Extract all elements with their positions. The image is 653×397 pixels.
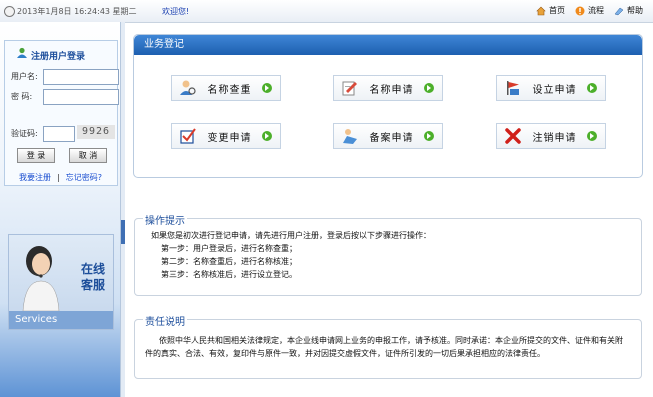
top-links: 首页 流程 帮助 [536, 5, 643, 16]
login-title: 注册用户登录 [31, 52, 86, 62]
cancel-button[interactable]: 取 消 [69, 148, 107, 163]
home-link[interactable]: 首页 [536, 5, 565, 16]
cancel-x-icon [505, 128, 521, 144]
tips-intro: 如果您是初次进行登记申请，请先进行用户注册，登录后按以下步骤进行操作： [151, 231, 431, 240]
go-arrow-icon [587, 131, 597, 141]
customer-service-agent-icon [22, 246, 60, 311]
login-button[interactable]: 登 录 [17, 148, 55, 163]
register-link[interactable]: 我要注册 [19, 173, 51, 182]
cancel-apply-label: 注销申请 [532, 132, 577, 144]
forgot-password-link[interactable]: 忘记密码? [66, 173, 102, 182]
services-footer: Services [9, 311, 113, 329]
go-arrow-icon [587, 83, 597, 93]
home-icon [536, 6, 546, 15]
tips-step-1: 第一步：用户登录后，进行名称查重； [161, 244, 297, 253]
liability-text-2: 件的真实、合法、有效，复印件与原件一致，并对因提交虚假文件，证件所引发的一切后果… [145, 349, 545, 358]
user-login-icon [17, 47, 27, 58]
flow-link[interactable]: 流程 [575, 5, 604, 16]
online-service-banner[interactable]: 在线 客服 Services [8, 234, 114, 330]
filing-apply-button[interactable]: 备案申请 [333, 123, 443, 149]
home-label: 首页 [549, 6, 565, 15]
datetime-text: 2013年1月8日 16:24:43 星期二 [17, 7, 137, 16]
liability-text-1: 依照中华人民共和国相关法律规定，本企业线申请网上业务的申报工作，请予核准。同时承… [159, 336, 623, 345]
captcha-label: 验证码: [11, 129, 38, 138]
help-icon [614, 7, 624, 15]
business-panel-title: 业务登记 [134, 35, 642, 55]
establish-apply-button[interactable]: 设立申请 [496, 75, 606, 101]
captcha-image[interactable]: 9926 [77, 125, 115, 139]
filing-icon [343, 129, 357, 144]
cancel-apply-button[interactable]: 注销申请 [496, 123, 606, 149]
login-box: 注册用户登录 用户名: 密 码: 验证码: 9926 登 录 取 消 我要注册 |… [4, 40, 119, 186]
establish-apply-label: 设立申请 [532, 84, 577, 96]
checkbox-icon [180, 128, 196, 144]
business-registration-panel: 业务登记 名称查重 名称申请 设立申请 变更申请 备案申请 注销申请 [133, 34, 643, 178]
help-link[interactable]: 帮助 [614, 5, 643, 16]
go-arrow-icon [424, 131, 434, 141]
change-apply-button[interactable]: 变更申请 [171, 123, 281, 149]
top-bar: 2013年1月8日 16:24:43 星期二 欢迎您! 首页 流程 帮助 [0, 0, 653, 23]
online-service-text: 在线 客服 [81, 261, 105, 293]
document-pen-icon [342, 81, 357, 96]
change-apply-label: 变更申请 [207, 132, 252, 144]
tips-step-3: 第三步：名称核准后，进行设立登记。 [161, 270, 297, 279]
name-check-label: 名称查重 [207, 84, 252, 96]
flow-label: 流程 [588, 6, 604, 15]
sidebar: 注册用户登录 用户名: 密 码: 验证码: 9926 登 录 取 消 我要注册 |… [0, 22, 121, 397]
flag-icon [507, 81, 519, 95]
go-arrow-icon [262, 83, 272, 93]
flow-icon [575, 6, 585, 15]
filing-apply-label: 备案申请 [369, 132, 414, 144]
help-label: 帮助 [627, 6, 643, 15]
username-label: 用户名: [11, 72, 38, 81]
captcha-input[interactable] [43, 126, 75, 142]
sidebar-splitter [121, 22, 125, 397]
operation-tips-box: 操作提示 如果您是初次进行登记申请，请先进行用户注册，登录后按以下步骤进行操作：… [134, 212, 642, 296]
go-arrow-icon [424, 83, 434, 93]
liability-statement-box: 责任说明 依照中华人民共和国相关法律规定，本企业线申请网上业务的申报工作，请予核… [134, 313, 642, 379]
operation-tips-title: 操作提示 [143, 212, 187, 227]
password-label: 密 码: [11, 92, 33, 101]
account-links: 我要注册 | 忘记密码? [19, 173, 102, 182]
liability-title: 责任说明 [143, 313, 187, 328]
service-line-1: 在线 [80, 262, 105, 276]
username-input[interactable] [43, 69, 119, 85]
go-arrow-icon [262, 131, 272, 141]
name-apply-button[interactable]: 名称申请 [333, 75, 443, 101]
user-search-icon [180, 80, 196, 95]
collapse-sidebar-toggle[interactable] [121, 220, 125, 244]
password-input[interactable] [43, 89, 119, 105]
name-check-button[interactable]: 名称查重 [171, 75, 281, 101]
tips-step-2: 第二步：名称查重后，进行名称核准； [161, 257, 297, 266]
welcome-text: 欢迎您! [162, 7, 190, 16]
name-apply-label: 名称申请 [369, 84, 414, 96]
clock-icon [4, 6, 15, 17]
service-line-2: 客服 [80, 278, 105, 292]
